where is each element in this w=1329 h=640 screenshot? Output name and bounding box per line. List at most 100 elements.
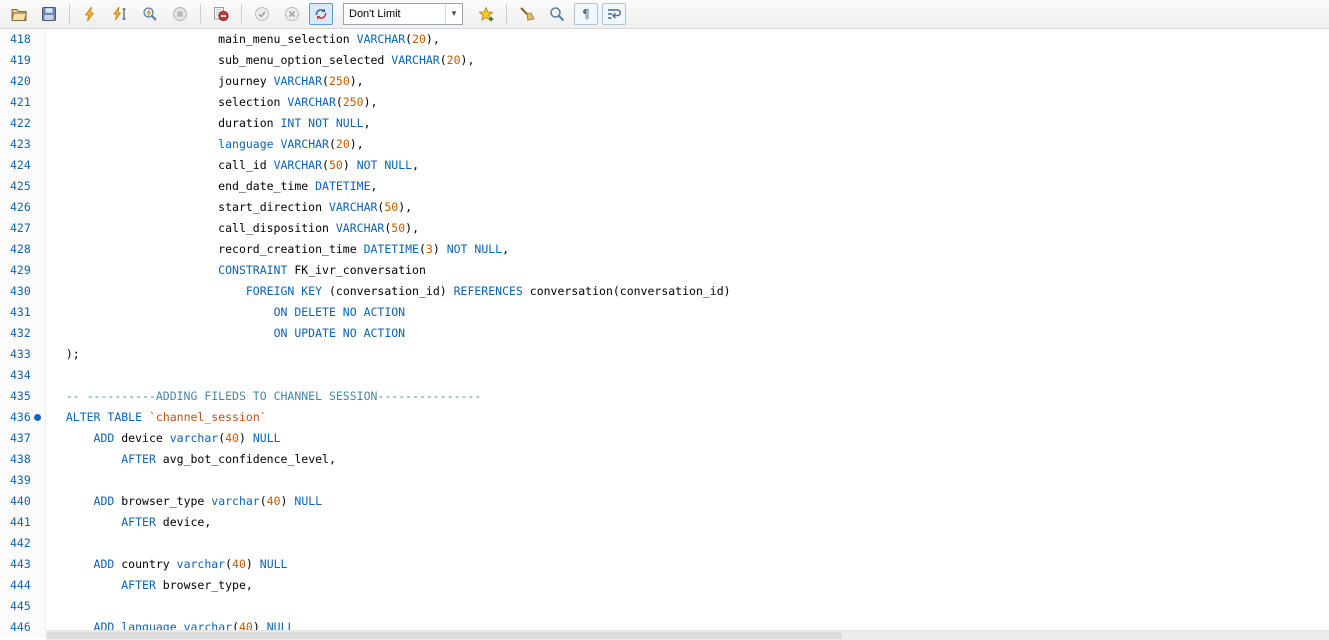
toolbar-separator [200,4,201,24]
line-number: 419 [0,50,46,71]
line-number: 422 [0,113,46,134]
toggle-stop-on-error-button[interactable] [208,2,234,26]
find-magnifier-icon [549,6,565,22]
toggle-autocommit-icon [313,6,329,22]
code-line[interactable]: 434 [0,365,1329,386]
code-text: ADD browser_type varchar(40) NULL [46,491,322,512]
code-line[interactable]: 438 AFTER avg_bot_confidence_level, [0,449,1329,470]
horizontal-scrollbar[interactable] [46,630,1329,640]
code-line[interactable]: 420 journey VARCHAR(250), [0,71,1329,92]
save-snippet-button[interactable] [473,2,499,26]
save-script-button[interactable] [36,2,62,26]
code-text: call_disposition VARCHAR(50), [46,218,419,239]
beautify-script-button[interactable] [514,2,540,26]
line-number: 427 [0,218,46,239]
commit-button[interactable] [249,2,275,26]
code-text: call_id VARCHAR(50) NOT NULL, [46,155,419,176]
code-line[interactable]: 432 ON UPDATE NO ACTION [0,323,1329,344]
line-number: 441 [0,512,46,533]
invisible-characters-pilcrow-icon: ¶ [582,7,590,21]
code-line[interactable]: 443 ADD country varchar(40) NULL [0,554,1329,575]
open-script-button[interactable] [6,2,32,26]
line-number: 440 [0,491,46,512]
code-editor[interactable]: 418 main_menu_selection VARCHAR(20),419 … [0,29,1329,640]
code-text: ADD device varchar(40) NULL [46,428,281,449]
code-line[interactable]: 442 [0,533,1329,554]
code-text: AFTER avg_bot_confidence_level, [46,449,336,470]
line-number: 430 [0,281,46,302]
sql-editor-window: Don't Limit ▾ ¶ [0,0,1329,640]
toggle-stop-on-error-icon [213,6,229,22]
scrollbar-thumb[interactable] [47,632,842,639]
line-number: 421 [0,92,46,113]
code-text: ON UPDATE NO ACTION [46,323,405,344]
line-number: 437 [0,428,46,449]
line-number: 443 [0,554,46,575]
line-number: 442 [0,533,46,554]
code-line[interactable]: 428 record_creation_time DATETIME(3) NOT… [0,239,1329,260]
code-line[interactable]: 418 main_menu_selection VARCHAR(20), [0,29,1329,50]
code-line[interactable]: 433 ); [0,344,1329,365]
line-number: 424 [0,155,46,176]
line-number: 436 [0,407,46,428]
toggle-autocommit-button[interactable] [309,3,333,25]
code-line[interactable]: 435 -- ----------ADDING FILEDS TO CHANNE… [0,386,1329,407]
stop-icon [172,6,188,22]
code-line[interactable]: 423 language VARCHAR(20), [0,134,1329,155]
execute-current-statement-button[interactable] [107,2,133,26]
code-line[interactable]: 441 AFTER device, [0,512,1329,533]
find-button[interactable] [544,2,570,26]
line-number: 445 [0,596,46,617]
line-number: 431 [0,302,46,323]
chevron-down-icon: ▾ [445,4,462,24]
row-limit-dropdown[interactable]: Don't Limit ▾ [343,3,463,25]
stop-execution-button[interactable] [167,2,193,26]
code-line[interactable]: 422 duration INT NOT NULL, [0,113,1329,134]
code-line[interactable]: 445 [0,596,1329,617]
rollback-button[interactable] [279,2,305,26]
save-script-icon [41,6,57,22]
rollback-x-icon [284,6,300,22]
execute-button[interactable] [77,2,103,26]
line-number: 432 [0,323,46,344]
explain-magnifier-lightning-icon [142,6,158,22]
wrap-text-icon [606,6,622,22]
line-number: 434 [0,365,46,386]
code-text: CONSTRAINT FK_ivr_conversation [46,260,426,281]
explain-plan-button[interactable] [137,2,163,26]
code-text [46,470,52,491]
code-line[interactable]: 421 selection VARCHAR(250), [0,92,1329,113]
code-line[interactable]: 427 call_disposition VARCHAR(50), [0,218,1329,239]
code-line[interactable]: 425 end_date_time DATETIME, [0,176,1329,197]
line-number: 446 [0,617,46,638]
code-line[interactable]: 431 ON DELETE NO ACTION [0,302,1329,323]
code-text [46,365,52,386]
line-number: 435 [0,386,46,407]
code-line[interactable]: 439 [0,470,1329,491]
toolbar-separator [506,4,507,24]
code-text: ); [46,344,80,365]
toggle-invisible-characters-button[interactable]: ¶ [574,3,598,25]
code-line[interactable]: 426 start_direction VARCHAR(50), [0,197,1329,218]
line-number: 418 [0,29,46,50]
commit-check-icon [254,6,270,22]
code-line[interactable]: 440 ADD browser_type varchar(40) NULL [0,491,1329,512]
line-number: 433 [0,344,46,365]
code-line[interactable]: 436 ALTER TABLE `channel_session` [0,407,1329,428]
code-line[interactable]: 444 AFTER browser_type, [0,575,1329,596]
code-text: sub_menu_option_selected VARCHAR(20), [46,50,474,71]
code-line[interactable]: 430 FOREIGN KEY (conversation_id) REFERE… [0,281,1329,302]
code-line[interactable]: 424 call_id VARCHAR(50) NOT NULL, [0,155,1329,176]
row-limit-value: Don't Limit [344,8,445,20]
code-text: journey VARCHAR(250), [46,71,364,92]
code-line[interactable]: 437 ADD device varchar(40) NULL [0,428,1329,449]
open-script-icon [11,7,28,22]
code-text: selection VARCHAR(250), [46,92,377,113]
code-line[interactable]: 429 CONSTRAINT FK_ivr_conversation [0,260,1329,281]
statement-marker-icon [34,414,41,421]
code-line[interactable]: 419 sub_menu_option_selected VARCHAR(20)… [0,50,1329,71]
toggle-wrap-text-button[interactable] [602,3,626,25]
line-number: 438 [0,449,46,470]
code-text: -- ----------ADDING FILEDS TO CHANNEL SE… [46,386,481,407]
editor-toolbar: Don't Limit ▾ ¶ [0,0,1329,29]
